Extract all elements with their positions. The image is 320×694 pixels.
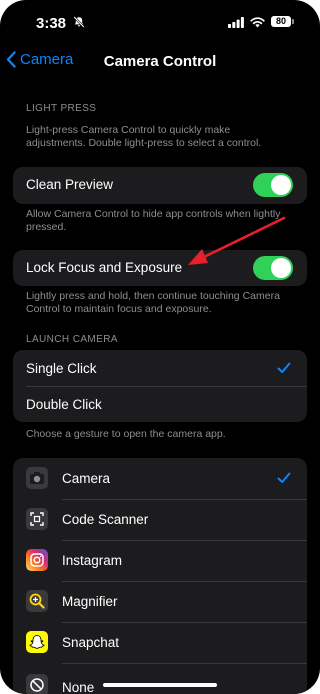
app-label: Instagram [62, 553, 123, 568]
page-title: Camera Control [103, 53, 217, 70]
clean-preview-toggle[interactable] [253, 173, 293, 197]
checkmark-icon [277, 362, 291, 373]
light-press-header: LIGHT PRESS [26, 103, 97, 114]
status-time: 3:38 [36, 15, 67, 32]
app-row-code-scanner[interactable]: Code Scanner [13, 499, 307, 540]
app-label: Code Scanner [62, 512, 149, 527]
app-row-snapchat[interactable]: Snapchat [13, 622, 307, 663]
launch-option-label: Double Click [26, 397, 102, 412]
launch-option-label: Single Click [26, 361, 97, 376]
camera-app-icon [26, 467, 48, 489]
app-row-magnifier[interactable]: Magnifier [13, 581, 307, 622]
launch-camera-footer: Choose a gesture to open the camera app. [26, 428, 226, 440]
lock-focus-label: Lock Focus and Exposure [26, 260, 183, 275]
app-row-none[interactable]: None [13, 663, 307, 694]
clean-preview-label: Clean Preview [26, 177, 114, 192]
app-list-card: Camera Code Scanner Instagram Magnifier … [13, 458, 307, 694]
status-bar: 3:38 80 [0, 0, 320, 44]
app-label: Magnifier [62, 594, 118, 609]
app-row-camera[interactable]: Camera [13, 458, 307, 499]
app-row-instagram[interactable]: Instagram [13, 540, 307, 581]
light-press-description: Light-press Camera Control to quickly ma… [26, 124, 262, 149]
toggle-knob [271, 175, 291, 195]
launch-option-double-click[interactable]: Double Click [13, 386, 307, 422]
app-label: Camera [62, 471, 111, 486]
launch-camera-header: LAUNCH CAMERA [26, 334, 118, 345]
lock-focus-footer: Lightly press and hold, then continue to… [26, 290, 280, 315]
checkmark-icon [277, 472, 291, 483]
code-scanner-icon [26, 508, 48, 530]
bell-muted-icon [73, 16, 85, 28]
home-indicator[interactable] [103, 683, 217, 687]
launch-camera-card: Single Click Double Click [13, 350, 307, 422]
instagram-icon [26, 549, 48, 571]
snapchat-icon [26, 631, 48, 653]
app-label: None [62, 680, 95, 694]
cellular-signal-icon [228, 17, 244, 28]
none-icon [26, 674, 48, 694]
phone-screen: 3:38 80 Camera Camera Control LIGHT PRES… [0, 0, 320, 694]
battery-indicator: 80 [271, 16, 291, 27]
magnifier-icon [26, 590, 48, 612]
launch-option-single-click[interactable]: Single Click [13, 350, 307, 386]
wifi-icon [250, 17, 265, 28]
navigation-bar: Camera Camera Control [0, 44, 320, 80]
battery-tip [292, 19, 294, 24]
annotation-arrow-icon [188, 216, 286, 265]
clean-preview-cell: Clean Preview [13, 167, 307, 204]
app-label: Snapchat [62, 635, 120, 650]
